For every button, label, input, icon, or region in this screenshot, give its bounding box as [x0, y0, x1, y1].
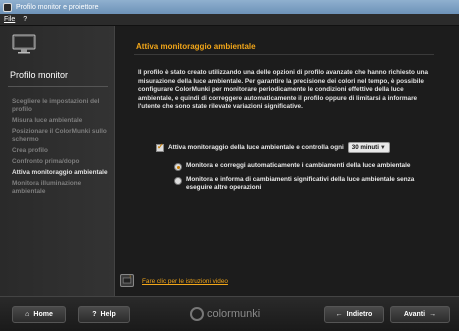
interval-dropdown[interactable]: 30 minuti ▼: [347, 142, 390, 153]
title-bar: Profilo monitor e proiettore: [0, 0, 459, 14]
svg-text:?: ?: [129, 275, 131, 279]
home-button[interactable]: ⌂ Home: [12, 306, 66, 323]
help-icon: ?: [92, 311, 97, 318]
monitoring-option-row: ✓ Attiva monitoraggio della luce ambient…: [156, 142, 390, 153]
video-instructions-link[interactable]: Fare clic per le istruzioni video: [142, 278, 228, 285]
check-icon: ✓: [157, 141, 164, 151]
sidebar-heading: Profilo monitor: [10, 70, 69, 80]
main-panel: Attiva monitoraggio ambientale Il profil…: [116, 26, 459, 296]
radio-button-notify[interactable]: [174, 177, 182, 185]
back-label: Indietro: [346, 311, 373, 318]
enable-monitoring-label: Attiva monitoraggio della luce ambiental…: [168, 144, 344, 151]
window-title: Profilo monitor e proiettore: [16, 3, 99, 11]
step-item: Scegliere le impostazioni del profilo: [12, 98, 100, 113]
radio-option-auto-correct[interactable]: Monitora e correggi automaticamente i ca…: [174, 162, 416, 171]
back-arrow-icon: ←: [335, 311, 343, 318]
sidebar: Profilo monitor Scegliere le impostazion…: [0, 26, 115, 296]
sidebar-divider: [8, 86, 108, 87]
section-title: Attiva monitoraggio ambientale: [136, 42, 256, 51]
step-item: Confronto prima/dopo: [12, 158, 80, 165]
menu-file[interactable]: File: [4, 16, 15, 23]
next-label: Avanti: [403, 311, 426, 318]
help-button[interactable]: ? Help: [78, 306, 130, 323]
help-label: Help: [100, 311, 116, 318]
next-arrow-icon: →: [429, 311, 437, 318]
radio-button-auto-correct[interactable]: [174, 163, 182, 171]
home-icon: ⌂: [25, 311, 30, 318]
enable-monitoring-checkbox[interactable]: ✓: [156, 141, 164, 152]
chevron-down-icon: ▼: [379, 144, 386, 151]
video-icon[interactable]: ?: [120, 274, 134, 287]
step-item: Monitora illuminazione ambientale: [12, 180, 82, 195]
home-label: Home: [33, 311, 53, 318]
bottom-bar: ⌂ Home ? Help colormunki ← Indietro Avan…: [0, 296, 459, 331]
radio-label-auto-correct: Monitora e correggi automaticamente i ca…: [186, 162, 411, 169]
section-divider: [134, 54, 434, 55]
interval-value: 30 minuti: [351, 144, 379, 151]
description-text: Il profilo è stato creato utilizzando un…: [138, 69, 429, 110]
step-list: Scegliere le impostazioni del profilo Mi…: [12, 98, 112, 199]
back-button[interactable]: ← Indietro: [324, 306, 384, 323]
monitor-icon: [12, 34, 36, 54]
menu-bar: File ?: [0, 14, 459, 26]
app-icon: [3, 2, 12, 12]
step-item-active: Attiva monitoraggio ambientale: [12, 169, 108, 176]
menu-help[interactable]: ?: [23, 16, 27, 23]
brand-text: colormunki: [207, 308, 261, 320]
logo-mark-icon: [190, 307, 204, 321]
colormunki-logo: colormunki: [190, 307, 260, 321]
step-item: Crea profilo: [12, 147, 48, 154]
radio-label-notify: Monitora e informa di cambiamenti signif…: [186, 176, 415, 191]
step-item: Posizionare il ColorMunki sullo schermo: [12, 128, 107, 143]
next-button[interactable]: Avanti →: [390, 306, 450, 323]
radio-option-notify[interactable]: Monitora e informa di cambiamenti signif…: [174, 176, 416, 192]
step-item: Misura luce ambientale: [12, 117, 83, 124]
